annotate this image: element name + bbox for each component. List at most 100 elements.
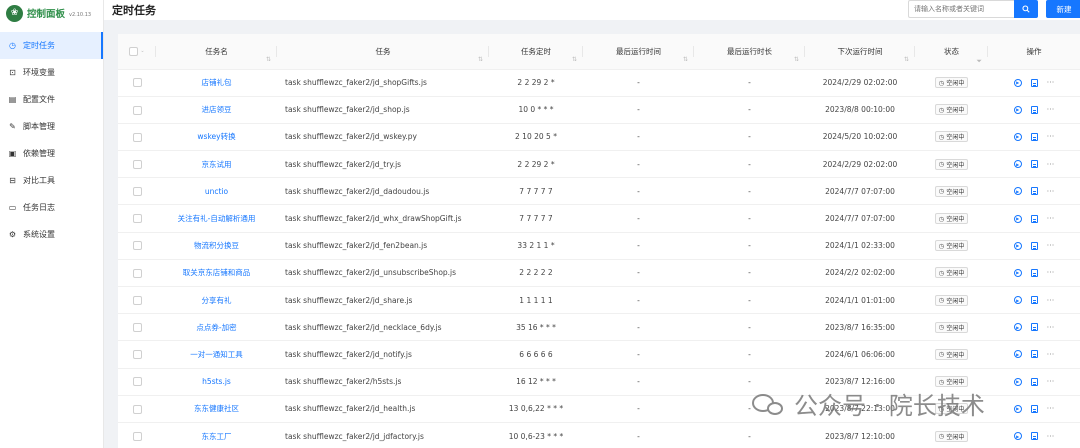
row-checkbox[interactable] — [132, 78, 142, 88]
table-row[interactable]: h5sts.js task shufflewzc_faker2/h5sts.js 1… — [118, 368, 1080, 396]
row-checkbox[interactable] — [132, 404, 142, 414]
more-icon[interactable]: ··· — [1047, 404, 1055, 413]
run-icon[interactable]: ▶ — [1013, 105, 1022, 114]
table-row[interactable]: 关注有礼-自动解析通用 task shufflewzc_faker2/jd_whx… — [118, 204, 1080, 233]
more-icon[interactable]: ··· — [1047, 214, 1055, 223]
row-checkbox[interactable] — [132, 214, 142, 224]
log-icon[interactable] — [1030, 78, 1038, 87]
task-name-link[interactable]: 分享有礼 — [156, 286, 277, 315]
more-icon[interactable]: ··· — [1047, 241, 1055, 250]
log-icon[interactable] — [1030, 323, 1038, 332]
column-header-duration[interactable]: 最后运行时长 ⇅ — [694, 34, 805, 70]
task-name-link[interactable]: 物流积分换豆 — [156, 232, 277, 260]
log-icon[interactable] — [1030, 214, 1038, 223]
row-checkbox[interactable] — [132, 159, 142, 169]
table-row[interactable]: 一对一通知工具 task shufflewzc_faker2/jd_notify.… — [118, 340, 1080, 369]
column-header-next-run[interactable]: 下次运行时间 ⇅ — [805, 34, 915, 70]
row-checkbox[interactable] — [132, 105, 142, 115]
run-icon[interactable]: ▶ — [1013, 404, 1022, 413]
row-checkbox[interactable] — [132, 187, 142, 197]
sidebar-item-scripts[interactable]: ✎ 脚本管理 — [0, 113, 103, 140]
more-icon[interactable]: ··· — [1047, 105, 1055, 114]
more-icon[interactable]: ··· — [1047, 350, 1055, 359]
row-checkbox[interactable] — [132, 295, 142, 305]
task-name-link[interactable]: 店铺礼包 — [156, 69, 277, 97]
task-name-link[interactable]: 取关京东店铺和商品 — [156, 259, 277, 288]
run-icon[interactable]: ▶ — [1013, 214, 1022, 223]
table-row[interactable]: 京东试用 task shufflewzc_faker2/jd_try.js 2 2 … — [118, 150, 1080, 179]
row-checkbox[interactable] — [132, 431, 142, 441]
run-icon[interactable]: ▶ — [1013, 296, 1022, 305]
log-icon[interactable] — [1030, 404, 1038, 413]
table-row[interactable]: 点点券-加密 task shufflewzc_faker2/jd_necklace… — [118, 313, 1080, 342]
column-header-schedule[interactable]: 任务定时 ⇅ — [489, 34, 583, 70]
sidebar-item-env[interactable]: ⊡ 环境变量 — [0, 59, 103, 86]
more-icon[interactable]: ··· — [1047, 132, 1055, 141]
sidebar-item-settings[interactable]: ⚙ 系统设置 — [0, 221, 103, 248]
task-name-link[interactable]: 东东健康社区 — [156, 395, 277, 423]
task-name-link[interactable]: 点点券-加密 — [156, 313, 277, 342]
filter-icon[interactable]: ⏷ — [976, 57, 982, 66]
table-row[interactable]: 物流积分换豆 task shufflewzc_faker2/jd_fen2bean… — [118, 232, 1080, 260]
row-checkbox[interactable] — [132, 241, 142, 251]
log-icon[interactable] — [1030, 187, 1038, 196]
sort-icon[interactable]: ⇅ — [266, 56, 271, 63]
task-name-link[interactable]: 关注有礼-自动解析通用 — [156, 204, 277, 233]
task-name-link[interactable]: 一对一通知工具 — [156, 340, 277, 369]
table-row[interactable]: 东东健康社区 task shufflewzc_faker2/jd_health.j… — [118, 395, 1080, 423]
more-icon[interactable]: ··· — [1047, 377, 1055, 386]
table-row[interactable]: unctio task shufflewzc_faker2/jd_dadoudou… — [118, 177, 1080, 206]
more-icon[interactable]: ··· — [1047, 296, 1055, 305]
table-row[interactable]: 东东工厂 task shufflewzc_faker2/jd_jdfactory.… — [118, 422, 1080, 448]
sidebar-item-diff[interactable]: ⊟ 对比工具 — [0, 167, 103, 194]
row-checkbox[interactable] — [132, 350, 142, 360]
more-icon[interactable]: ··· — [1047, 323, 1055, 332]
table-row[interactable]: 取关京东店铺和商品 task shufflewzc_faker2/jd_unsub… — [118, 259, 1080, 288]
search-button[interactable] — [1014, 0, 1038, 18]
log-icon[interactable] — [1030, 296, 1038, 305]
run-icon[interactable]: ▶ — [1013, 160, 1022, 169]
sidebar-item-logs[interactable]: ▭ 任务日志 — [0, 194, 103, 221]
log-icon[interactable] — [1030, 241, 1038, 250]
row-checkbox[interactable] — [132, 268, 142, 278]
column-header-command[interactable]: 任务 ⇅ — [277, 34, 489, 70]
run-icon[interactable]: ▶ — [1013, 132, 1022, 141]
column-header-last-run[interactable]: 最后运行时间 ⇅ — [583, 34, 694, 70]
new-task-button[interactable]: 新建 — [1046, 0, 1080, 18]
log-icon[interactable] — [1030, 160, 1038, 169]
run-icon[interactable]: ▶ — [1013, 432, 1022, 441]
column-header-name[interactable]: 任务名 ⇅ — [156, 34, 277, 70]
more-icon[interactable]: ··· — [1047, 187, 1055, 196]
run-icon[interactable]: ▶ — [1013, 377, 1022, 386]
more-icon[interactable]: ··· — [1047, 160, 1055, 169]
run-icon[interactable]: ▶ — [1013, 241, 1022, 250]
run-icon[interactable]: ▶ — [1013, 268, 1022, 277]
log-icon[interactable] — [1030, 350, 1038, 359]
sidebar-item-crontab[interactable]: ◷ 定时任务 — [0, 32, 103, 59]
task-name-link[interactable]: h5sts.js — [156, 368, 277, 396]
more-icon[interactable]: ··· — [1047, 268, 1055, 277]
task-name-link[interactable]: 进店领豆 — [156, 96, 277, 124]
table-row[interactable]: 店铺礼包 task shufflewzc_faker2/jd_shopGifts.… — [118, 69, 1080, 97]
task-name-link[interactable]: 京东试用 — [156, 150, 277, 179]
run-icon[interactable]: ▶ — [1013, 78, 1022, 87]
more-icon[interactable]: ··· — [1047, 78, 1055, 87]
log-icon[interactable] — [1030, 432, 1038, 441]
task-name-link[interactable]: 东东工厂 — [156, 422, 277, 448]
sort-icon[interactable]: ⇅ — [683, 56, 688, 63]
run-icon[interactable]: ▶ — [1013, 323, 1022, 332]
sidebar-item-config[interactable]: ▤ 配置文件 — [0, 86, 103, 113]
log-icon[interactable] — [1030, 132, 1038, 141]
run-icon[interactable]: ▶ — [1013, 187, 1022, 196]
sort-icon[interactable]: ⇅ — [904, 56, 909, 63]
table-row[interactable]: 分享有礼 task shufflewzc_faker2/jd_share.js 1 … — [118, 286, 1080, 315]
chevron-down-icon[interactable]: ⌄ — [140, 48, 144, 54]
log-icon[interactable] — [1030, 268, 1038, 277]
sort-icon[interactable]: ⇅ — [794, 56, 799, 63]
row-checkbox[interactable] — [132, 132, 142, 142]
table-row[interactable]: wskey转换 task shufflewzc_faker2/jd_wskey.p… — [118, 123, 1080, 152]
run-icon[interactable]: ▶ — [1013, 350, 1022, 359]
sort-icon[interactable]: ⇅ — [478, 56, 483, 63]
search-input[interactable] — [908, 0, 1014, 18]
more-icon[interactable]: ··· — [1047, 432, 1055, 441]
